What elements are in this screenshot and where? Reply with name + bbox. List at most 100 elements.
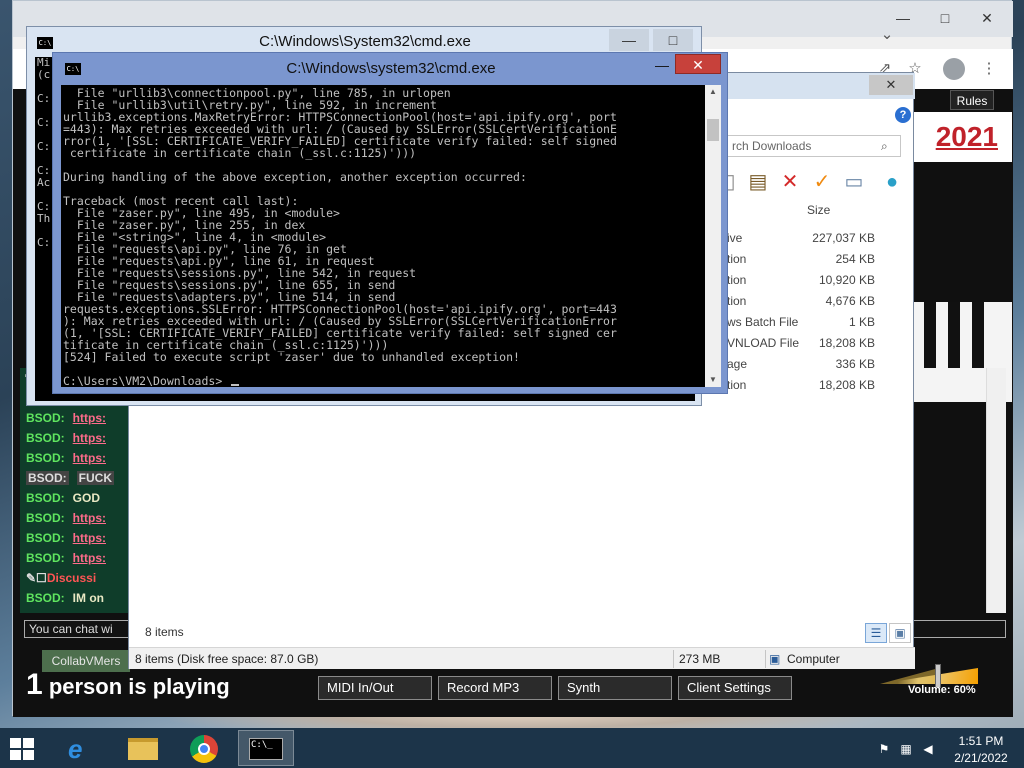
delete-icon[interactable]: ✕ [777, 169, 803, 195]
file-type-cell[interactable]: age [727, 357, 747, 371]
chat-message: BSOD: https: [20, 548, 130, 568]
players-count: 1 [26, 668, 43, 701]
cmd-taskbar-button[interactable]: C:\_ [238, 730, 294, 766]
cmd-maximize-button [651, 55, 677, 75]
file-type-cell[interactable]: tion [727, 378, 746, 392]
file-size-cell[interactable]: 336 KB [789, 357, 875, 371]
cmd-close-button[interactable]: ✕ [675, 54, 721, 74]
column-size-header[interactable]: Size [807, 203, 830, 217]
status-size: 273 MB [679, 652, 721, 666]
file-size-cell[interactable]: 18,208 KB [789, 378, 875, 392]
chat-message: ✎☐Discussi [20, 568, 130, 588]
file-size-cell[interactable]: 10,920 KB [789, 273, 875, 287]
details-view-icon[interactable]: ☰ [865, 623, 887, 643]
cmd-taskbar-icon: C:\_ [249, 738, 283, 760]
players-text: person is playing [48, 674, 230, 699]
volume-fill [880, 668, 939, 684]
cmd-back-minimize-button[interactable]: — [609, 29, 649, 51]
windows-logo-icon [10, 750, 21, 760]
scroll-thumb[interactable] [707, 119, 719, 141]
chat-username: BSOD: [26, 451, 65, 465]
checkmark-icon[interactable]: ✓ [809, 169, 835, 195]
file-explorer-taskbar-button[interactable] [114, 730, 170, 766]
file-size-cell[interactable]: 227,037 KB [789, 231, 875, 245]
explorer-close-button[interactable]: ✕ [869, 75, 913, 95]
file-size-cell[interactable]: 1 KB [789, 315, 875, 329]
chat-link[interactable]: https: [73, 531, 106, 545]
chat-message: BSOD: https: [20, 508, 130, 528]
large-icons-view-icon[interactable]: ▣ [889, 623, 911, 643]
browser-close-button[interactable]: ✕ [967, 7, 1007, 29]
cmd-back-maximize-button[interactable]: □ [653, 29, 693, 51]
windows-logo-icon [10, 738, 21, 748]
status-location: Computer [787, 652, 840, 666]
file-type-cell[interactable]: tion [727, 294, 746, 308]
chat-message: BSOD: https: [20, 528, 130, 548]
chat-message: BSOD: FUCK [20, 468, 130, 488]
scroll-up-icon[interactable]: ▲ [705, 85, 721, 99]
chat-link[interactable]: https: [73, 451, 106, 465]
computer-icon: ▣ [769, 652, 781, 666]
chat-message: BSOD: https: [20, 428, 130, 448]
network-icon[interactable]: ▦ [898, 742, 914, 756]
synth-button[interactable]: Synth [558, 676, 672, 700]
browser-maximize-button[interactable]: □ [925, 7, 965, 29]
year-banner-link[interactable]: 2021 [906, 112, 1012, 162]
cmd-window-front[interactable]: C:\ C:\Windows\system32\cmd.exe — ✕ File… [52, 52, 728, 394]
chat-username: BSOD: [26, 551, 65, 565]
chrome-taskbar-button[interactable] [176, 730, 232, 766]
console-line: [524] Failed to execute script 'zaser' d… [63, 350, 520, 364]
page-scrollbar[interactable] [986, 368, 1006, 613]
items-count: 8 items [145, 625, 184, 639]
file-size-cell[interactable]: 254 KB [789, 252, 875, 266]
file-type-cell[interactable]: ive [727, 231, 742, 245]
chrome-icon-center [198, 743, 210, 755]
chat-link[interactable]: https: [73, 411, 106, 425]
clock-time[interactable]: 1:51 PM [944, 734, 1018, 748]
volume-label: Volume: 60% [908, 684, 976, 696]
start-button[interactable] [10, 738, 36, 760]
profile-avatar-icon[interactable] [943, 58, 965, 80]
record-mp3-button[interactable]: Record MP3 [438, 676, 552, 700]
rules-button[interactable]: Rules [950, 90, 994, 110]
volume-muted-icon[interactable]: ◀ [920, 742, 936, 756]
piano-black-key[interactable] [948, 302, 960, 368]
chat-username: BSOD: [26, 531, 65, 545]
cmd-scrollbar[interactable]: ▲ ▼ [705, 85, 721, 387]
piano-black-key[interactable] [972, 302, 984, 368]
status-separator [673, 650, 674, 668]
help-icon[interactable]: ? [895, 107, 911, 123]
search-icon[interactable]: ⌕ [881, 139, 888, 154]
chat-link[interactable]: https: [73, 431, 106, 445]
scroll-down-icon[interactable]: ▼ [705, 373, 721, 387]
chat-link[interactable]: https: [73, 551, 106, 565]
text-cursor [231, 384, 239, 386]
action-center-flag-icon[interactable]: ⚑ [876, 742, 892, 756]
file-size-cell[interactable]: 18,208 KB [789, 336, 875, 350]
midi-button[interactable]: MIDI In/Out [318, 676, 432, 700]
taskbar: e C:\_ ⚑ ▦ ◀ [0, 728, 1024, 768]
file-size-cell[interactable]: 4,676 KB [789, 294, 875, 308]
file-type-cell[interactable]: ws Batch File [727, 315, 798, 329]
chevron-down-icon[interactable]: ⌄ [877, 25, 897, 45]
piano-black-key[interactable] [924, 302, 936, 368]
clock-date[interactable]: 2/21/2022 [944, 751, 1018, 765]
cmd-console[interactable]: File "urllib3\connectionpool.py", line 7… [61, 85, 705, 387]
folder-icon [128, 738, 158, 760]
chat-message: BSOD: https: [20, 448, 130, 468]
chat-message: BSOD: https: [20, 408, 130, 428]
chat-link[interactable]: https: [73, 511, 106, 525]
internet-explorer-taskbar-button[interactable]: e [54, 730, 110, 766]
paste-icon[interactable]: ▤ [745, 169, 771, 195]
kebab-menu-icon[interactable]: ⋮ [979, 59, 999, 79]
file-type-cell[interactable]: tion [727, 252, 746, 266]
console-line: certificate in certificate chain (_ssl.c… [63, 146, 417, 160]
properties-icon[interactable]: ▭ [841, 169, 867, 195]
windows-logo-icon [23, 750, 34, 760]
console-line: During handling of the above exception, … [63, 170, 527, 184]
explorer-search-input[interactable]: rch Downloads [727, 135, 901, 157]
globe-icon[interactable]: ● [879, 169, 905, 195]
file-type-cell[interactable]: tion [727, 273, 746, 287]
pencil-icon: ✎☐ [26, 571, 47, 585]
client-settings-button[interactable]: Client Settings [678, 676, 792, 700]
